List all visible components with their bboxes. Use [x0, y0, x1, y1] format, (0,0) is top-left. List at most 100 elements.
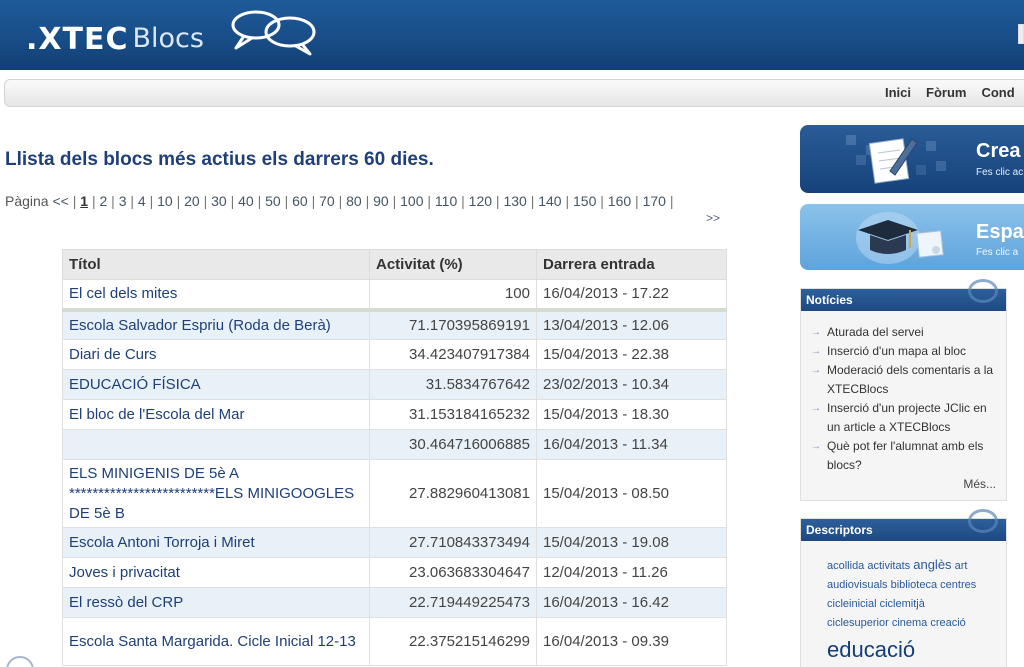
- blog-title-link[interactable]: ELS MINIGENIS DE 5è A ******************…: [62, 459, 370, 528]
- blog-title-link[interactable]: EDUCACIÓ FÍSICA: [62, 369, 370, 400]
- blog-title-link[interactable]: Escola Santa Margarida. Cicle Inicial 12…: [62, 617, 370, 666]
- table-row: El cel dels mites 100 16/04/2013 - 17.22: [62, 279, 727, 312]
- banner-espai-sub: Fes clic a: [976, 247, 1019, 258]
- news-item[interactable]: Inserció d'un mapa al bloc: [811, 342, 998, 361]
- activity-value: 23.063683304647: [369, 557, 537, 588]
- tag-link[interactable]: creació: [930, 617, 965, 629]
- blog-title-link[interactable]: El ressò del CRP: [62, 587, 370, 618]
- news-box: Notícies Aturada del servei Inserció d'u…: [800, 279, 1007, 501]
- blog-title-link[interactable]: El cel dels mites: [62, 279, 370, 312]
- graduation-cap-icon: [856, 212, 944, 264]
- activity-value: 31.5834767642: [369, 369, 537, 400]
- pager-page[interactable]: 130: [503, 193, 526, 209]
- last-entry-date: 13/04/2013 - 12.06: [536, 309, 727, 340]
- tag-link[interactable]: activitats: [867, 560, 910, 572]
- tag-link[interactable]: ciclesuperior: [827, 617, 889, 629]
- activity-value: 30.464716006885: [369, 429, 537, 460]
- pager-label: Pàgina: [5, 193, 49, 209]
- pager-page[interactable]: 120: [469, 193, 492, 209]
- tags-box-title: Descriptors: [806, 523, 873, 537]
- site-logo[interactable]: .XTEC Blocs: [26, 10, 316, 62]
- pager-page[interactable]: 10: [157, 193, 173, 209]
- news-box-header: Notícies: [801, 279, 1006, 311]
- col-header-date[interactable]: Darrera entrada: [536, 249, 727, 280]
- decorative-ring-icon: [968, 279, 998, 303]
- tag-link[interactable]: anglès: [913, 557, 951, 572]
- pager-page[interactable]: 20: [184, 193, 200, 209]
- news-item[interactable]: Inserció d'un projecte JClic en un artic…: [811, 399, 998, 437]
- table-row: Diari de Curs 34.423407917384 15/04/2013…: [62, 339, 727, 370]
- pager-page[interactable]: 40: [238, 193, 254, 209]
- col-header-title[interactable]: Títol: [62, 249, 370, 280]
- nav-links: Inici Fòrum Cond: [885, 85, 1015, 100]
- scroll-circle-icon: [6, 656, 34, 667]
- header-edge-control[interactable]: [1018, 24, 1024, 44]
- last-entry-date: 12/04/2013 - 11.26: [536, 557, 727, 588]
- nav-forum[interactable]: Fòrum: [926, 85, 966, 100]
- pager-page[interactable]: 30: [211, 193, 227, 209]
- pager-page[interactable]: 160: [608, 193, 631, 209]
- pager-page[interactable]: 100: [400, 193, 423, 209]
- last-entry-date: 15/04/2013 - 18.30: [536, 399, 727, 430]
- nav-cond[interactable]: Cond: [981, 85, 1014, 100]
- pager-page[interactable]: 60: [292, 193, 308, 209]
- logo-blocs-text: Blocs: [132, 23, 204, 54]
- activity-value: 71.170395869191: [369, 309, 537, 340]
- banner-crea-sub: Fes clic ac: [976, 167, 1024, 178]
- pager-next[interactable]: >>: [706, 211, 720, 225]
- nav-bar: [4, 79, 1024, 107]
- pager-page[interactable]: 2: [99, 193, 107, 209]
- tag-link[interactable]: acollida: [827, 560, 864, 572]
- pager-page[interactable]: 110: [435, 193, 457, 209]
- pager-prev[interactable]: <<: [52, 193, 68, 209]
- pager-page[interactable]: 150: [573, 193, 596, 209]
- activity-value: 22.719449225473: [369, 587, 537, 618]
- pager-page[interactable]: 90: [373, 193, 389, 209]
- tag-link[interactable]: biblioteca: [891, 579, 937, 591]
- logo-xtec-text: .XTEC: [26, 22, 129, 57]
- pager-page-current[interactable]: 1: [80, 193, 88, 209]
- blog-title-link[interactable]: Diari de Curs: [62, 339, 370, 370]
- tags-box-header: Descriptors: [801, 509, 1006, 541]
- blog-title-link[interactable]: Escola Salvador Espriu (Roda de Berà): [62, 309, 370, 340]
- pager-page[interactable]: 3: [119, 193, 127, 209]
- teacher-space-banner[interactable]: Espa Fes clic a: [800, 204, 1024, 270]
- tag-link[interactable]: cinema: [892, 617, 927, 629]
- activity-value: 27.882960413081: [369, 459, 537, 528]
- pager-page[interactable]: 140: [538, 193, 561, 209]
- tag-link[interactable]: audiovisuals: [827, 579, 888, 591]
- blog-title-link[interactable]: [62, 429, 370, 460]
- table-row: Escola Santa Margarida. Cicle Inicial 12…: [62, 617, 727, 666]
- tag-link[interactable]: art: [955, 560, 968, 572]
- news-more-link[interactable]: Més...: [963, 477, 996, 491]
- table-row: EDUCACIÓ FÍSICA 31.5834767642 23/02/2013…: [62, 369, 727, 400]
- banner-crea-title: Crea: [976, 140, 1021, 162]
- tag-link[interactable]: centres: [940, 579, 976, 591]
- pager-page[interactable]: 80: [346, 193, 362, 209]
- news-item[interactable]: Què pot fer l'alumnat amb els blocs?: [811, 437, 998, 475]
- news-item[interactable]: Aturada del servei: [811, 323, 998, 342]
- pager-page[interactable]: 170: [643, 193, 666, 209]
- news-item[interactable]: Moderació dels comentaris a la XTECBlocs: [811, 361, 998, 399]
- tag-link[interactable]: ciclemitjà: [880, 598, 925, 610]
- nav-inici[interactable]: Inici: [885, 85, 911, 100]
- tag-link[interactable]: educació: [827, 637, 915, 662]
- pager-page[interactable]: 70: [319, 193, 335, 209]
- table-row: ELS MINIGENIS DE 5è A ******************…: [62, 459, 727, 528]
- col-header-activity[interactable]: Activitat (%): [369, 249, 537, 280]
- pager-page[interactable]: 4: [138, 193, 146, 209]
- blog-title-link[interactable]: Escola Antoni Torroja i Miret: [62, 527, 370, 558]
- table-row: Joves i privacitat 23.063683304647 12/04…: [62, 557, 727, 588]
- blog-title-link[interactable]: Joves i privacitat: [62, 557, 370, 588]
- table-row: El bloc de l'Escola del Mar 31.153184165…: [62, 399, 727, 430]
- table-row: Escola Antoni Torroja i Miret 27.7108433…: [62, 527, 727, 558]
- table-header-row: Títol Activitat (%) Darrera entrada: [62, 249, 727, 280]
- news-list: Aturada del servei Inserció d'un mapa al…: [801, 311, 1006, 475]
- tags-box: Descriptors acollida activitats anglès a…: [800, 509, 1007, 667]
- last-entry-date: 15/04/2013 - 08.50: [536, 459, 727, 528]
- blog-title-link[interactable]: El bloc de l'Escola del Mar: [62, 399, 370, 430]
- create-blog-banner[interactable]: Crea Fes clic ac: [800, 125, 1024, 193]
- table-row: El ressò del CRP 22.719449225473 16/04/2…: [62, 587, 727, 618]
- tag-link[interactable]: cicleinicial: [827, 598, 877, 610]
- pager-page[interactable]: 50: [265, 193, 281, 209]
